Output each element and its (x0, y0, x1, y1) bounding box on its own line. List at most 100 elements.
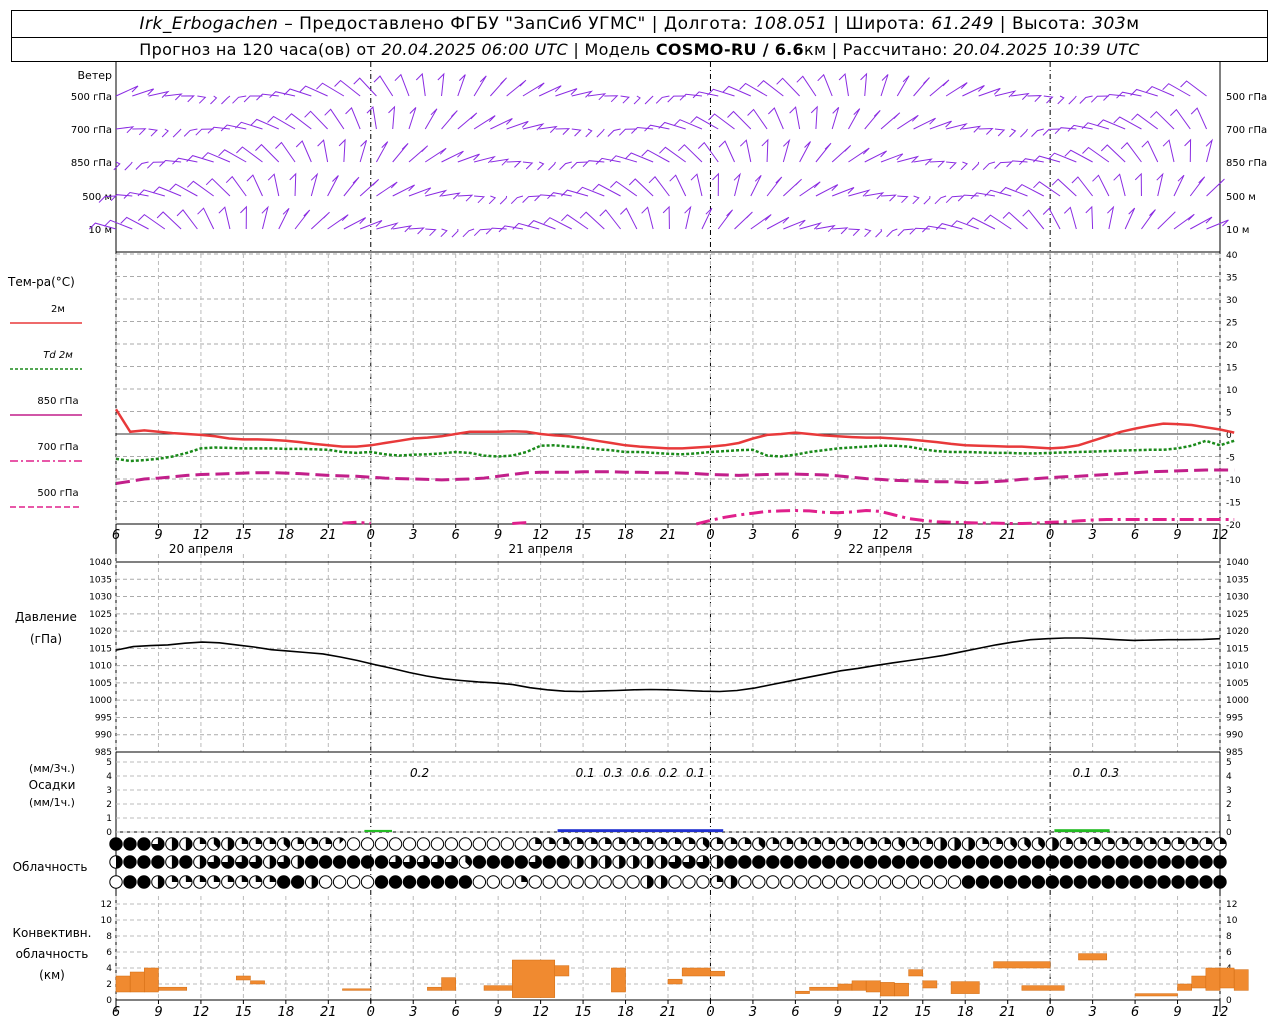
wind-barb (1057, 95, 1065, 105)
wind-barb (913, 158, 933, 166)
conv-bar-19 (851, 980, 867, 991)
wind-barb (999, 186, 1028, 197)
precip-tick-right-3: 3 (1226, 786, 1232, 796)
cloud-sector (325, 837, 332, 844)
cloud-fill (976, 855, 989, 869)
temp-tick-right-5: 5 (1226, 409, 1232, 419)
wind-barb (897, 195, 909, 204)
conv-tick-right-5: 10 (1226, 916, 1238, 926)
cloud-circle (905, 875, 920, 889)
wind-barb (538, 85, 562, 97)
temp-tick-right-1: -15 (1226, 499, 1241, 509)
cloud-fill (794, 855, 807, 869)
cloud-circle (933, 875, 948, 889)
cloud-fill (1115, 875, 1129, 889)
wind-barb (1162, 139, 1175, 163)
wind-level-left-0: 500 гПа (71, 92, 112, 103)
wind-barb (692, 91, 719, 99)
precip-title: Осадки (29, 778, 76, 792)
wind-barb (782, 138, 791, 163)
wind-barb (966, 217, 996, 230)
wind-barb (576, 186, 605, 197)
cloud-sector (297, 855, 304, 869)
cloud-fill (892, 855, 905, 869)
cloud-fill (1185, 875, 1199, 889)
cloud-circle (500, 875, 514, 889)
wind-barb (506, 79, 527, 97)
wind-barb (278, 207, 290, 230)
wind-barb (799, 141, 811, 163)
wind-barb (440, 228, 448, 238)
wind-barb (132, 128, 147, 136)
temp-x-tick-label-21: 21 (999, 528, 1016, 543)
wind-barb (316, 82, 345, 97)
wind-barb (595, 157, 621, 165)
temp-x-tick-label-12: 18 (617, 528, 634, 543)
conv-x-tick-label-0: 6 (112, 1005, 120, 1020)
cloud-circle (919, 875, 934, 889)
cloud-fill (1032, 855, 1045, 869)
wind-barb (897, 114, 919, 130)
wind-barb (152, 186, 182, 197)
press-ylabel: (гПа) (30, 632, 62, 646)
wind-barb (673, 119, 703, 130)
conv-bar-21 (880, 982, 895, 997)
wind-barb (424, 108, 438, 130)
wind-barb (210, 95, 218, 105)
conv-x-tick-label-7: 3 (409, 1005, 417, 1020)
wind-barb (815, 224, 836, 233)
cloud-fill (1060, 855, 1073, 869)
wind-barb (1071, 176, 1094, 197)
wind-barb (1162, 83, 1191, 97)
conv-bar-17 (809, 986, 839, 991)
wind-barb (571, 90, 594, 98)
wind-barb (408, 187, 432, 197)
wind-barb (978, 127, 994, 135)
cloud-fill (1129, 875, 1143, 889)
cloud-fill (1143, 875, 1157, 889)
wind-barb (832, 187, 855, 197)
cloud-sector (716, 875, 724, 882)
wind-barb (962, 85, 985, 97)
conv-bar-15 (710, 970, 725, 977)
wind-barb (207, 126, 230, 134)
wind-level-right-3: 500 м (1226, 192, 1256, 203)
cloud-sector (1150, 837, 1157, 844)
cloud-fill (780, 855, 793, 869)
wind-barb (148, 90, 170, 98)
temp-x-tick-label-24: 6 (1131, 528, 1139, 543)
wind-level-right-1: 700 гПа (1226, 125, 1267, 136)
conv-bar-29 (1134, 993, 1178, 997)
conv-x-tick-label-15: 3 (749, 1005, 757, 1020)
wind-barb (256, 93, 279, 101)
cloud-fill (403, 875, 416, 889)
wind-barb (113, 161, 121, 171)
cloud-sector (241, 875, 248, 882)
precip-tick-right-5: 5 (1226, 758, 1232, 768)
cloud-circle (528, 875, 542, 889)
wind-barb (1120, 142, 1142, 163)
cloud-fill (123, 875, 137, 889)
wind-barb (338, 138, 346, 163)
wind-barb (269, 91, 296, 99)
cloud-sector (730, 837, 738, 844)
wind-barb (655, 95, 670, 104)
temp-x-tick-label-11: 15 (575, 528, 592, 543)
wind-barb (880, 194, 897, 202)
wind-barb (962, 125, 982, 133)
wind-barb (408, 145, 429, 163)
cloud-fill (109, 837, 123, 851)
wind-barb (783, 178, 802, 197)
wind-level-left-2: 850 гПа (71, 158, 112, 169)
cloud-fill (137, 855, 151, 869)
precip-tick-right-0: 0 (1226, 828, 1232, 838)
cloud-sector (185, 837, 193, 851)
cloud-sector (842, 837, 849, 844)
cloud-sector (577, 855, 584, 869)
cloud-sector (171, 855, 179, 869)
wind-barb (1048, 152, 1077, 163)
wind-barb (717, 209, 733, 230)
wind-barb (848, 108, 861, 130)
conv-bar-33 (1219, 967, 1235, 989)
wind-barb (1134, 172, 1142, 197)
